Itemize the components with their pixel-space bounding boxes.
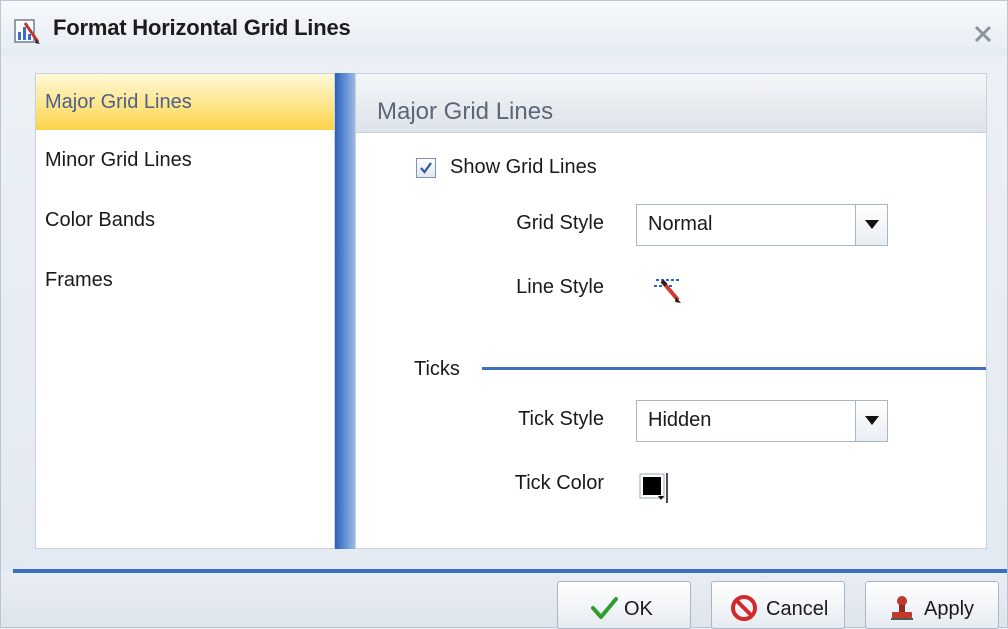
apply-label: Apply <box>924 598 975 620</box>
grid-style-select[interactable]: Normal <box>636 204 888 246</box>
settings-panel: Major Grid Lines Show Grid Lines Grid St… <box>355 73 987 549</box>
section-header: Major Grid Lines <box>356 74 986 133</box>
line-style-pencil-icon[interactable] <box>650 272 686 308</box>
show-grid-lines-label[interactable]: Show Grid Lines <box>450 156 597 179</box>
tick-color-swatch[interactable] <box>636 470 672 506</box>
title-bar: Format Horizontal Grid Lines <box>1 1 1007 57</box>
ok-label: OK <box>624 598 653 620</box>
grid-style-label: Grid Style <box>516 212 604 234</box>
show-grid-lines-checkbox[interactable] <box>416 158 436 178</box>
checkmark-icon <box>590 594 618 622</box>
section-title: Major Grid Lines <box>377 98 554 125</box>
nav-item-color-bands[interactable]: Color Bands <box>36 192 334 248</box>
cancel-label: Cancel <box>766 598 829 620</box>
cancel-icon <box>730 594 758 622</box>
grid-style-value: Normal <box>648 213 713 235</box>
button-bar <box>1 573 1007 627</box>
format-horizontal-grid-lines-dialog: Format Horizontal Grid Lines Major Grid … <box>0 0 1008 629</box>
category-list: Major Grid Lines Minor Grid Lines Color … <box>35 73 335 549</box>
dialog-title: Format Horizontal Grid Lines <box>53 15 351 40</box>
tick-style-select[interactable]: Hidden <box>636 400 888 442</box>
tick-style-value: Hidden <box>648 409 712 431</box>
close-icon[interactable] <box>971 21 995 45</box>
chart-format-icon <box>13 17 41 45</box>
chevron-down-icon[interactable] <box>855 401 887 441</box>
line-style-label: Line Style <box>516 276 604 298</box>
tick-color-label: Tick Color <box>514 472 604 494</box>
nav-item-minor-grid-lines[interactable]: Minor Grid Lines <box>36 132 334 188</box>
nav-item-major-grid-lines[interactable]: Major Grid Lines <box>36 74 334 130</box>
ticks-divider <box>482 367 986 370</box>
tick-style-label: Tick Style <box>518 408 604 430</box>
cancel-button[interactable]: Cancel <box>711 581 845 629</box>
apply-button[interactable]: Apply <box>865 581 999 629</box>
nav-item-frames[interactable]: Frames <box>36 252 334 308</box>
ok-button[interactable]: OK <box>557 581 691 629</box>
ticks-heading: Ticks <box>414 358 460 380</box>
chevron-down-icon[interactable] <box>855 205 887 245</box>
stamp-icon <box>888 594 916 622</box>
checkmark-icon <box>420 162 432 174</box>
panel-splitter[interactable] <box>335 73 355 549</box>
